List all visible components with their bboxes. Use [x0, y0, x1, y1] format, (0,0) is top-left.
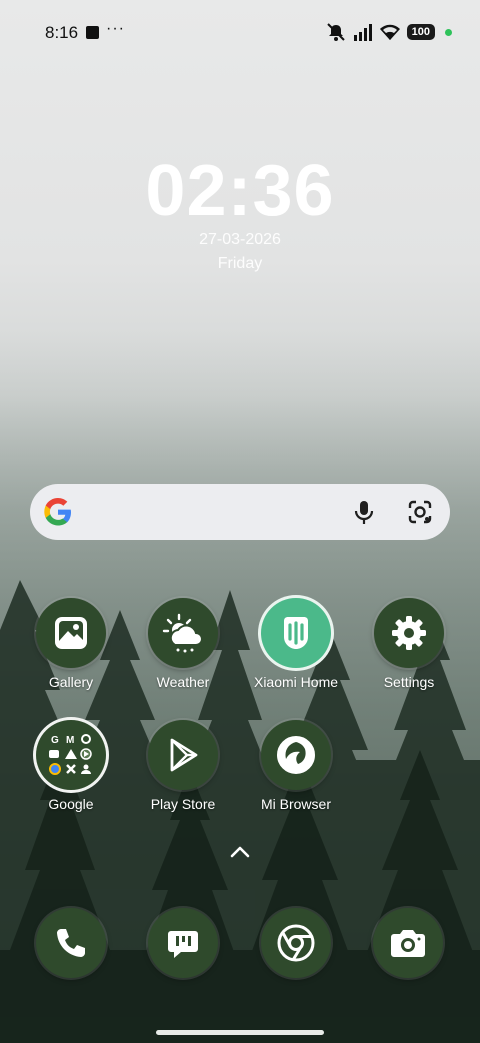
app-weather[interactable]: Weather	[127, 598, 239, 690]
svg-text:M: M	[66, 735, 74, 746]
lens-icon[interactable]	[406, 498, 434, 526]
app-label: Play Store	[150, 796, 216, 812]
status-bar: 8:16 ··· 100	[0, 0, 480, 64]
xiaomi-home-icon	[284, 617, 308, 649]
dock-chrome[interactable]	[261, 908, 331, 978]
browser-icon	[277, 736, 315, 774]
svg-text:G: G	[51, 735, 59, 746]
weather-icon	[162, 613, 203, 653]
app-label: Settings	[383, 674, 435, 690]
folder-google[interactable]: GM Google	[15, 720, 127, 812]
app-play-store[interactable]: Play Store	[127, 720, 239, 812]
app-mi-browser[interactable]: Mi Browser	[240, 720, 352, 812]
app-label: Weather	[156, 674, 210, 690]
clock-time[interactable]: 02:36	[0, 150, 480, 232]
app-label: Google	[48, 796, 94, 812]
chrome-icon	[277, 924, 315, 962]
mute-icon	[326, 23, 345, 41]
play-store-icon	[170, 738, 198, 772]
privacy-dot-icon	[445, 28, 452, 36]
folder-icon: GM	[49, 734, 92, 775]
signal-icon	[353, 24, 372, 41]
notification-icon	[86, 26, 99, 39]
clock-weekday: Friday	[217, 255, 263, 272]
google-search-bar[interactable]	[30, 484, 450, 540]
wifi-icon	[379, 24, 400, 40]
microphone-icon[interactable]	[350, 498, 378, 526]
app-label: Mi Browser	[260, 796, 331, 812]
camera-icon	[391, 930, 425, 957]
overflow-notifications-icon: ···	[106, 20, 125, 37]
messages-icon	[168, 931, 198, 958]
status-time: 8:16	[45, 23, 79, 42]
google-logo-icon	[44, 498, 71, 526]
app-gallery[interactable]: Gallery	[15, 598, 127, 690]
clock-date: 27-03-2026	[199, 231, 281, 248]
dock-messages[interactable]	[148, 908, 218, 978]
app-drawer-arrow-icon[interactable]	[228, 842, 252, 860]
settings-icon	[392, 616, 426, 650]
dock-phone[interactable]	[36, 908, 106, 978]
app-settings[interactable]: Settings	[353, 598, 465, 690]
battery-icon: 100	[406, 24, 435, 40]
gallery-icon	[55, 617, 87, 649]
app-xiaomi-home[interactable]: Xiaomi Home	[240, 598, 352, 690]
phone-icon	[57, 929, 85, 957]
dock-camera[interactable]	[373, 908, 443, 978]
app-label: Xiaomi Home	[253, 674, 339, 690]
app-label: Gallery	[48, 674, 94, 690]
home-indicator[interactable]	[156, 1030, 324, 1035]
